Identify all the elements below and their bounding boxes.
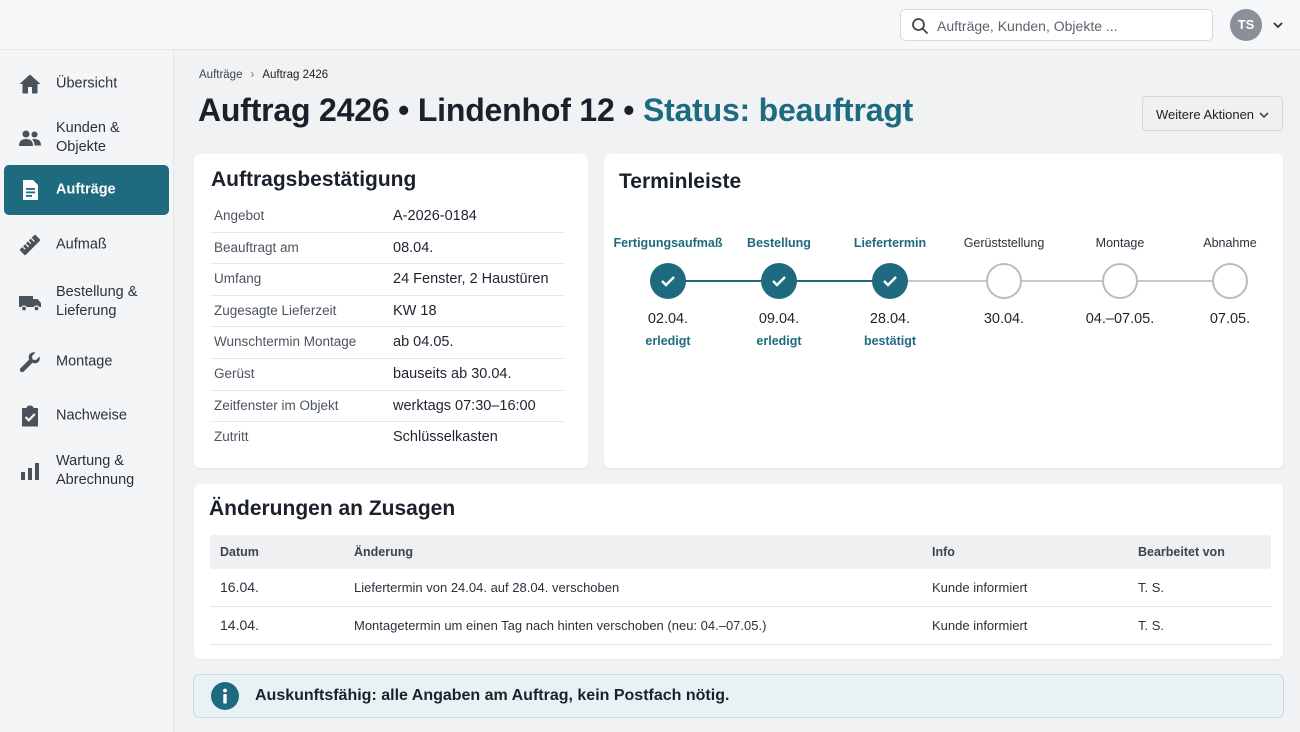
confirmation-card: Auftragsbestätigung Angebot A-2026-0184 B…: [194, 154, 588, 468]
cell-info: Kunde informiert: [932, 618, 1028, 633]
kv-row: Zutritt Schlüsselkasten: [210, 422, 565, 454]
check-circle-icon: [872, 263, 908, 299]
table-row[interactable]: 16.04. Liefertermin von 24.04. auf 28.04…: [210, 569, 1271, 607]
chevron-right-icon: ›: [250, 69, 255, 81]
kv-value: bauseits ab 30.04.: [393, 366, 512, 382]
table-header: Datum Änderung Info Bearbeitet von: [210, 535, 1271, 569]
sidebar-item-bestellung[interactable]: Bestellung & Lieferung: [4, 277, 169, 327]
column-header-date[interactable]: Datum: [220, 545, 259, 559]
search-icon: [912, 18, 928, 34]
sidebar-item-aufmass[interactable]: Aufmaß: [4, 220, 169, 270]
empty-circle-icon: [1212, 263, 1248, 299]
sidebar-item-nachweise[interactable]: Nachweise: [4, 391, 169, 441]
sidebar: Übersicht Kunden & Objekte Aufträge Aufm…: [0, 50, 174, 732]
kv-row: Angebot A-2026-0184: [210, 201, 565, 233]
kv-value: Schlüsselkasten: [393, 429, 498, 446]
kv-value: 08.04.: [393, 239, 434, 256]
column-header-change[interactable]: Änderung: [354, 545, 413, 559]
sidebar-item-label: Übersicht: [56, 75, 118, 92]
document-icon: [23, 180, 38, 200]
breadcrumb-current: Auftrag 2426: [262, 69, 329, 81]
kv-key: Zugesagte Lieferzeit: [214, 302, 337, 318]
kv-row: Zugesagte Lieferzeit KW 18: [210, 296, 565, 328]
sidebar-item-wartung[interactable]: Wartung & Abrechnung: [4, 446, 169, 496]
sidebar-item-uebersicht[interactable]: Übersicht: [4, 59, 169, 109]
kv-row: Beauftragt am 08.04.: [210, 233, 565, 265]
sidebar-item-montage[interactable]: Montage: [4, 337, 169, 387]
confirmation-title: Auftragsbestätigung: [211, 168, 417, 191]
kv-key: Wunschtermin Montage: [214, 334, 357, 350]
bar-chart-icon: [21, 463, 39, 480]
sidebar-item-label: Montage: [56, 353, 113, 370]
kv-key: Zutritt: [214, 429, 249, 445]
cell-info: Kunde informiert: [932, 580, 1028, 595]
kv-value: KW 18: [393, 302, 437, 319]
chevron-down-icon[interactable]: [1271, 18, 1285, 32]
more-actions-button[interactable]: Weitere Aktionen: [1142, 96, 1283, 131]
breadcrumb: Aufträge › Auftrag 2426: [199, 69, 328, 81]
table-row[interactable]: 14.04. Montagetermin um einen Tag nach h…: [210, 607, 1271, 645]
cell-change: Montagetermin um einen Tag nach hinten v…: [354, 618, 767, 633]
cell-date: 16.04.: [220, 579, 259, 595]
avatar[interactable]: TS: [1230, 9, 1262, 41]
kv-row: Wunschtermin Montage ab 04.05.: [210, 327, 565, 359]
kv-value: ab 04.05.: [393, 334, 454, 351]
ruler-icon: [19, 234, 41, 256]
sidebar-item-label: Bestellung & Lieferung: [56, 284, 138, 319]
truck-icon: [19, 296, 41, 312]
top-bar: TS: [0, 0, 1300, 50]
cell-editor: T. S.: [1138, 580, 1165, 595]
empty-circle-icon: [986, 263, 1022, 299]
wrench-icon: [19, 352, 40, 373]
timeline-title: Terminleiste: [619, 170, 742, 193]
empty-circle-icon: [1102, 263, 1138, 299]
cell-change: Liefertermin von 24.04. auf 28.04. versc…: [354, 580, 620, 595]
status-label: Status: beauftragt: [642, 92, 914, 128]
timeline-step-state: bestätigt: [863, 334, 917, 348]
check-circle-icon: [761, 263, 797, 299]
check-circle-icon: [650, 263, 686, 299]
sidebar-item-label: Aufmaß: [56, 236, 107, 253]
timeline-step-label: Abnahme: [1203, 236, 1257, 250]
kv-value: werktags 07:30–16:00: [393, 397, 536, 414]
search-box[interactable]: [900, 9, 1213, 41]
search-input[interactable]: [937, 15, 1205, 37]
timeline-step-date: 07.05.: [1209, 311, 1251, 327]
info-icon: [211, 682, 239, 710]
changes-title: Änderungen an Zusagen: [209, 497, 456, 520]
info-banner-text: Auskunftsfähig: alle Angaben am Auftrag,…: [255, 687, 730, 704]
kv-key: Angebot: [214, 208, 265, 223]
cell-date: 14.04.: [220, 617, 259, 633]
column-header-info[interactable]: Info: [932, 545, 955, 559]
info-banner: Auskunftsfähig: alle Angaben am Auftrag,…: [193, 674, 1284, 718]
kv-key: Zeitfenster im Objekt: [214, 397, 339, 413]
page-title-main: Auftrag 2426 • Lindenhof 12 •: [198, 92, 643, 128]
column-header-editor[interactable]: Bearbeitet von: [1138, 545, 1225, 559]
home-icon: [19, 74, 41, 94]
kv-value: A-2026-0184: [393, 208, 477, 224]
sidebar-item-auftraege[interactable]: Aufträge: [4, 165, 169, 215]
sidebar-item-kunden[interactable]: Kunden & Objekte: [4, 113, 169, 163]
clipboard-check-icon: [22, 405, 38, 427]
kv-key: Umfang: [214, 271, 262, 287]
more-actions-label: Weitere Aktionen: [1156, 107, 1255, 122]
sidebar-item-label: Kunden & Objekte: [56, 120, 120, 155]
kv-row: Gerüst bauseits ab 30.04.: [210, 359, 565, 391]
kv-key: Beauftragt am: [214, 239, 299, 255]
chevron-down-icon: [1259, 112, 1269, 119]
cell-editor: T. S.: [1138, 618, 1165, 633]
sidebar-item-label: Aufträge: [56, 181, 116, 198]
timeline-card: Terminleiste Fertigungsaufmaß 02.04. erl…: [604, 154, 1283, 468]
changes-card: Änderungen an Zusagen Datum Änderung Inf…: [194, 484, 1283, 659]
kv-key: Gerüst: [214, 366, 255, 381]
breadcrumb-link-auftraege[interactable]: Aufträge: [199, 69, 242, 81]
sidebar-item-label: Nachweise: [56, 407, 127, 424]
sidebar-item-label: Wartung & Abrechnung: [56, 453, 135, 488]
kv-value: 24 Fenster, 2 Haustüren: [393, 271, 549, 288]
kv-row: Zeitfenster im Objekt werktags 07:30–16:0…: [210, 391, 565, 423]
users-icon: [19, 130, 41, 146]
page-title: Auftrag 2426 • Lindenhof 12 • Status: be…: [198, 92, 913, 129]
kv-row: Umfang 24 Fenster, 2 Haustüren: [210, 264, 565, 296]
